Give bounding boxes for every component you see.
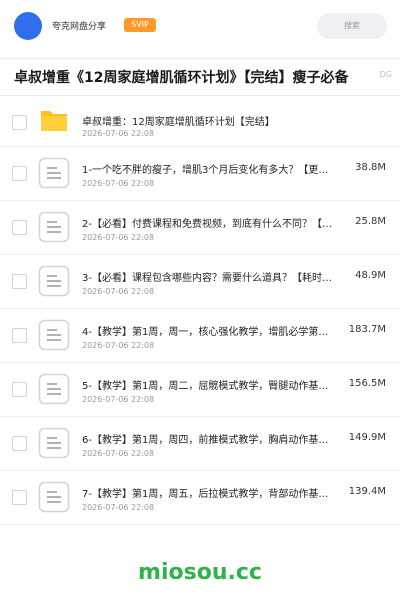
file-size: 183.7M	[348, 324, 386, 335]
row-checkbox[interactable]	[12, 166, 27, 181]
row-checkbox[interactable]	[12, 115, 27, 130]
list-item[interactable]: 5-【教学】第1周，周二，屈髋模式教学，臀腿动作基… 2026-07-06 22…	[0, 363, 400, 417]
document-icon	[38, 481, 70, 513]
file-date: 2026-07-06 22:08	[82, 395, 155, 404]
document-icon	[38, 211, 70, 243]
file-date: 2026-07-06 22:08	[82, 233, 155, 242]
list-item[interactable]: 2-【必看】付费课程和免费视频，到底有什么不同？【… 2026-07-06 22…	[0, 201, 400, 255]
file-date: 2026-07-06 22:08	[82, 449, 155, 458]
list-item[interactable]: 3-【必看】课程包含哪些内容？需要什么道具？【耗时… 2026-07-06 22…	[0, 255, 400, 309]
svip-badge: SVIP	[124, 18, 156, 32]
file-size: 25.8M	[355, 216, 386, 227]
row-checkbox[interactable]	[12, 220, 27, 235]
document-icon	[38, 319, 70, 351]
file-list: 卓叔增重：12周家庭增肌循环计划【完结】 2026-07-06 22:08 1-…	[0, 96, 400, 525]
document-icon	[38, 427, 70, 459]
file-name: 6-【教学】第1周，周四，前推模式教学，胸肩动作基…	[82, 435, 329, 446]
list-item[interactable]: 7-【教学】第1周，周五，后拉模式教学，背部动作基… 2026-07-06 22…	[0, 471, 400, 525]
list-item[interactable]: 6-【教学】第1周，周四，前推模式教学，胸肩动作基… 2026-07-06 22…	[0, 417, 400, 471]
share-title-bar: 卓叔增重《12周家庭增肌循环计划》【完结】瘦子必备 DG	[0, 58, 400, 96]
document-icon	[38, 157, 70, 189]
list-item[interactable]: 卓叔增重：12周家庭增肌循环计划【完结】 2026-07-06 22:08	[0, 96, 400, 147]
file-name: 5-【教学】第1周，周二，屈髋模式教学，臀腿动作基…	[82, 381, 329, 392]
row-checkbox[interactable]	[12, 382, 27, 397]
file-size: 38.8M	[355, 162, 386, 173]
top-bar: 夸克网盘分享 SVIP 搜索	[0, 0, 400, 52]
file-date: 2026-07-06 22:08	[82, 129, 155, 138]
file-size: 156.5M	[348, 378, 386, 389]
file-date: 2026-07-06 22:08	[82, 341, 155, 350]
folder-icon	[41, 111, 67, 131]
document-icon	[38, 373, 70, 405]
document-icon	[38, 265, 70, 297]
file-name: 7-【教学】第1周，周五，后拉模式教学，背部动作基…	[82, 489, 329, 500]
list-item[interactable]: 1-一个吃不胖的瘦子，增肌3个月后变化有多大？【更… 2026-07-06 22…	[0, 147, 400, 201]
file-date: 2026-07-06 22:08	[82, 287, 155, 296]
site-name: 夸克网盘分享	[52, 22, 107, 32]
file-name: 2-【必看】付费课程和免费视频，到底有什么不同？【…	[82, 219, 332, 230]
watermark: miosou.cc	[138, 560, 262, 585]
row-checkbox[interactable]	[12, 436, 27, 451]
list-item[interactable]: 4-【教学】第1周，周一，核心强化教学，增肌必学第… 2026-07-06 22…	[0, 309, 400, 363]
search-input[interactable]: 搜索	[317, 13, 387, 39]
row-checkbox[interactable]	[12, 328, 27, 343]
file-size: 149.9M	[348, 432, 386, 443]
file-name: 4-【教学】第1周，周一，核心强化教学，增肌必学第…	[82, 327, 329, 338]
file-name: 3-【必看】课程包含哪些内容？需要什么道具？【耗时…	[82, 273, 332, 284]
file-name: 卓叔增重：12周家庭增肌循环计划【完结】	[82, 117, 275, 128]
file-date: 2026-07-06 22:08	[82, 179, 155, 188]
file-size: 48.9M	[355, 270, 386, 281]
row-checkbox[interactable]	[12, 490, 27, 505]
page-title: 卓叔增重《12周家庭增肌循环计划》【完结】瘦子必备	[14, 70, 349, 86]
row-checkbox[interactable]	[12, 274, 27, 289]
file-size: 139.4M	[348, 486, 386, 497]
file-name: 1-一个吃不胖的瘦子，增肌3个月后变化有多大？【更…	[82, 165, 329, 176]
file-date: 2026-07-06 22:08	[82, 503, 155, 512]
title-tail: DG	[379, 70, 392, 79]
avatar[interactable]	[14, 12, 42, 40]
